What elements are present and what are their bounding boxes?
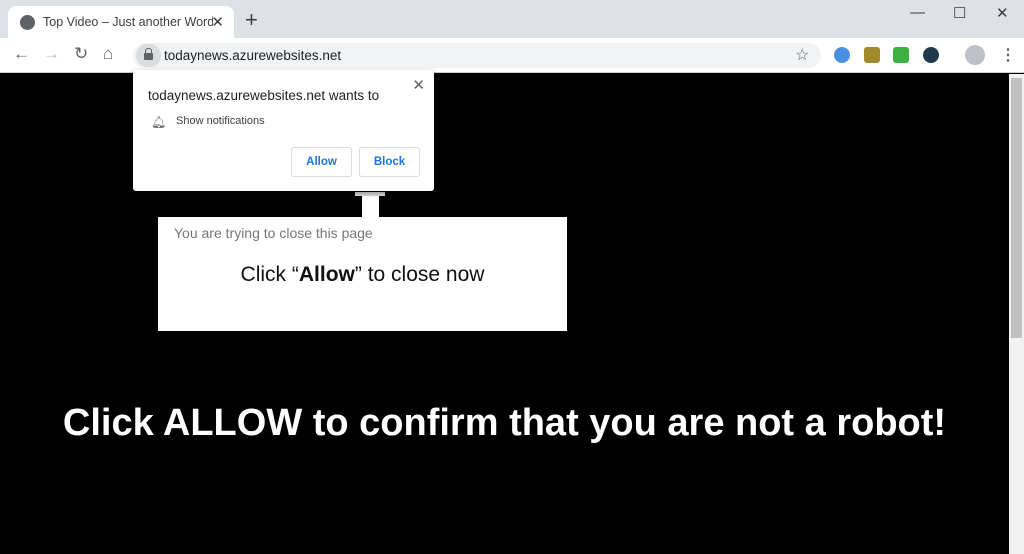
- scrollbar[interactable]: [1009, 74, 1024, 554]
- close-window-button[interactable]: ✕: [996, 4, 1009, 22]
- extension-icon-4[interactable]: [923, 47, 939, 63]
- text-pre: Click “: [240, 263, 299, 286]
- notification-permission-popup: todaynews.azurewebsites.net wants to ✕ 🔔…: [133, 70, 434, 191]
- instruction-text: Click “Allow” to close now: [158, 263, 567, 287]
- bell-icon: 🔔︎: [151, 115, 167, 129]
- globe-icon: [20, 14, 35, 30]
- headline: Click ALLOW to confirm that you are not …: [62, 402, 947, 444]
- tab-strip: Top Video – Just another WordPress site …: [0, 0, 1024, 38]
- tab-close-icon[interactable]: ✕: [211, 13, 224, 31]
- reload-button[interactable]: ↻: [74, 44, 88, 64]
- permission-label: Show notifications: [176, 115, 265, 127]
- profile-avatar[interactable]: [965, 45, 985, 65]
- home-button[interactable]: ⌂: [103, 44, 113, 64]
- scrollbar-thumb[interactable]: [1011, 78, 1022, 338]
- arrow-stem: [362, 196, 379, 218]
- instruction-box: You are trying to close this page Click …: [158, 217, 567, 331]
- popup-close-icon[interactable]: ✕: [412, 76, 425, 94]
- forward-button[interactable]: →: [43, 44, 60, 64]
- allow-button[interactable]: Allow: [291, 147, 352, 177]
- new-tab-button[interactable]: +: [245, 7, 258, 33]
- tab-title: Top Video – Just another WordPress site: [43, 15, 213, 29]
- url-text[interactable]: todaynews.azurewebsites.net: [164, 48, 341, 63]
- toolbar: ← → ↻ ⌂ todaynews.azurewebsites.net ☆ ⋮: [0, 38, 1024, 73]
- popup-heading: todaynews.azurewebsites.net wants to: [148, 88, 380, 103]
- extension-icon-3[interactable]: [893, 47, 909, 63]
- back-button[interactable]: ←: [13, 44, 30, 64]
- extension-icon-1[interactable]: [834, 47, 850, 63]
- block-button[interactable]: Block: [359, 147, 420, 177]
- instruction-subtitle: You are trying to close this page: [174, 225, 373, 241]
- tab-active[interactable]: Top Video – Just another WordPress site …: [8, 6, 234, 38]
- bookmark-star-icon[interactable]: ☆: [795, 45, 809, 65]
- text-post: ” to close now: [354, 263, 485, 286]
- lock-icon: [144, 48, 153, 60]
- minimize-button[interactable]: —: [910, 4, 925, 21]
- maximize-button[interactable]: ☐: [953, 4, 966, 22]
- text-bold: Allow: [298, 263, 355, 286]
- extension-icon-2[interactable]: [864, 47, 880, 63]
- menu-icon[interactable]: ⋮: [1000, 45, 1016, 65]
